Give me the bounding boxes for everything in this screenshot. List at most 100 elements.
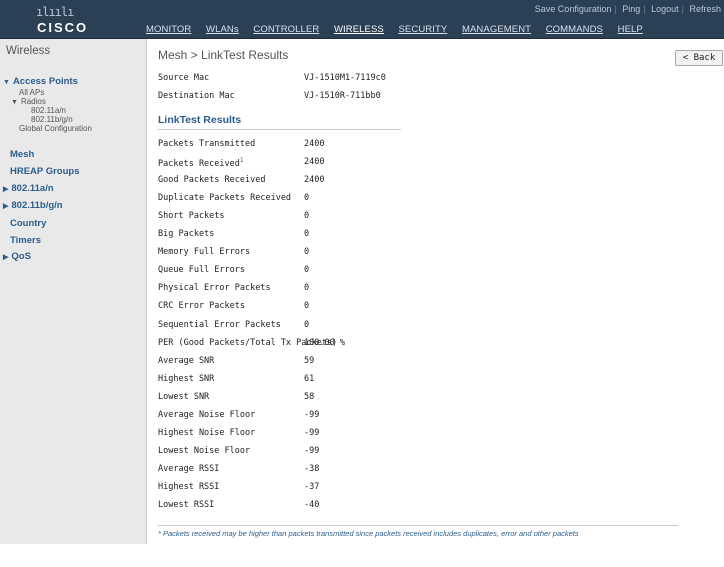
back-button[interactable]: < Back (675, 50, 723, 66)
result-label: Highest RSSI (158, 482, 219, 492)
menu-security[interactable]: SECURITY (399, 24, 448, 35)
result-label: Big Packets (158, 229, 214, 239)
result-label: CRC Error Packets (158, 301, 245, 311)
menu-wlans[interactable]: WLANs (206, 24, 239, 35)
menu-wireless[interactable]: WIRELESS (334, 24, 384, 35)
menu-controller[interactable]: CONTROLLER (253, 24, 319, 35)
result-value: 59 (304, 355, 315, 366)
menu-monitor[interactable]: MONITOR (146, 24, 191, 35)
result-label-text: Duplicate Packets Received (158, 193, 292, 204)
result-value: 2400 (304, 157, 325, 168)
result-value: 0 (304, 283, 310, 294)
sidebar-item-global-configuration[interactable]: Global Configuration (19, 124, 92, 133)
result-label-text: CRC Error Packets (158, 301, 245, 312)
result-label: Good Packets Received (158, 175, 265, 185)
menu-management[interactable]: MANAGEMENT (462, 24, 531, 35)
section-divider (158, 129, 401, 130)
cisco-logo-bars: ılıılı (36, 5, 74, 19)
sidebar-item-mesh[interactable]: Mesh (10, 149, 34, 160)
save-configuration-link[interactable]: Save Configuration (532, 4, 615, 14)
sidebar-item-802-11a-n[interactable]: ▶ 802.11a/n (3, 183, 54, 194)
result-label-text: Lowest Noise Floor (158, 445, 251, 456)
result-value: 61 (304, 373, 315, 384)
result-label-text: Packets Received (158, 158, 240, 169)
triangle-right-icon: ▶ (3, 203, 9, 210)
refresh-link[interactable]: Refresh (686, 4, 724, 14)
result-label-text: Queue Full Errors (158, 265, 245, 276)
top-banner: ılıılı CISCO Save Configuration | Ping | L… (0, 0, 724, 39)
result-label-text: Good Packets Received (158, 175, 266, 186)
result-label-text: Highest RSSI (158, 481, 220, 492)
sidebar-item-hreap-groups[interactable]: HREAP Groups (10, 166, 80, 177)
destination-mac-label: Destination Mac (158, 91, 235, 101)
ping-link[interactable]: Ping (619, 4, 643, 14)
footnote-divider (158, 525, 678, 526)
result-label: Average RSSI (158, 464, 219, 474)
result-label: Lowest Noise Floor (158, 446, 250, 456)
result-label-text: Physical Error Packets (158, 283, 271, 294)
sidebar-item-all-aps[interactable]: All APs (19, 88, 44, 97)
result-value: -38 (304, 463, 320, 474)
result-value: 0 (304, 265, 310, 276)
result-label: Sequential Error Packets (158, 320, 281, 330)
result-label-text: Big Packets (158, 229, 215, 240)
cisco-logo: ılıılı CISCO (0, 0, 130, 38)
result-label: Average SNR (158, 356, 214, 366)
main-menu: MONITOR WLANs CONTROLLER WIRELESS SECURI… (146, 24, 655, 35)
result-value: 100.00 % (304, 337, 345, 348)
result-label: Physical Error Packets (158, 283, 271, 293)
sidebar-item-label: 802.11b/g/n (11, 200, 63, 211)
menu-help[interactable]: HELP (618, 24, 643, 35)
result-value: 0 (304, 301, 310, 312)
sidebar-item-radios[interactable]: ▼ Radios (11, 97, 46, 106)
result-label-text: Average SNR (158, 355, 215, 366)
result-label: Packets Received1 (158, 157, 244, 169)
sidebar-item-label: Access Points (12, 76, 78, 87)
sidebar-item-access-points[interactable]: ▼ Access Points (3, 76, 78, 87)
logout-link[interactable]: Logout (648, 4, 682, 14)
triangle-down-icon: ▼ (11, 99, 18, 106)
result-label: Memory Full Errors (158, 247, 250, 257)
result-value: 0 (304, 211, 310, 222)
result-label: Queue Full Errors (158, 265, 245, 275)
top-links: Save Configuration | Ping | Logout | Refres… (532, 4, 724, 14)
result-label-text: Average Noise Floor (158, 409, 256, 420)
result-label: Highest Noise Floor (158, 428, 255, 438)
main-content: Mesh > LinkTest Results < Back Source Ma… (147, 39, 724, 544)
triangle-right-icon: ▶ (3, 254, 9, 261)
sidebar-title: Wireless (6, 45, 51, 57)
result-label: Lowest RSSI (158, 500, 214, 510)
sidebar-item-label: QoS (11, 251, 31, 262)
sidebar-item-timers[interactable]: Timers (10, 235, 41, 246)
sidebar-item-qos[interactable]: ▶ QoS (3, 251, 31, 262)
result-label-text: Highest Noise Floor (158, 427, 256, 438)
result-label: Lowest SNR (158, 392, 209, 402)
result-label: Packets Transmitted (158, 139, 255, 149)
result-value: 0 (304, 193, 310, 204)
triangle-down-icon: ▼ (3, 79, 10, 86)
result-label-text: Highest SNR (158, 373, 215, 384)
footnote-marker[interactable]: 1 (240, 157, 244, 164)
result-label-text: Lowest RSSI (158, 500, 215, 510)
cisco-logo-text: CISCO (37, 20, 89, 35)
sidebar-item-radio-a[interactable]: 802.11a/n (31, 106, 66, 115)
result-label: Duplicate Packets Received (158, 193, 291, 203)
result-label: Highest SNR (158, 374, 214, 384)
result-value: -99 (304, 409, 320, 420)
source-mac-label: Source Mac (158, 73, 210, 83)
menu-commands[interactable]: COMMANDS (546, 24, 603, 35)
sidebar-item-country[interactable]: Country (10, 218, 46, 229)
result-value: -99 (304, 427, 320, 438)
result-value: 2400 (304, 139, 325, 149)
result-label-text: Packets Transmitted (158, 139, 256, 149)
footnote: * Packets received may be higher than pa… (158, 529, 579, 538)
result-label: Short Packets (158, 211, 225, 221)
sidebar-item-label: 802.11a/n (11, 183, 54, 194)
result-value: -99 (304, 445, 320, 456)
sidebar-item-radio-b[interactable]: 802.11b/g/n (31, 115, 73, 124)
result-label-text: Average RSSI (158, 463, 220, 474)
sidebar-item-802-11b-g-n[interactable]: ▶ 802.11b/g/n (3, 200, 63, 211)
result-value: 0 (304, 229, 310, 240)
destination-mac-value: VJ-1510R-711bb0 (304, 91, 381, 101)
result-label: Average Noise Floor (158, 410, 255, 420)
